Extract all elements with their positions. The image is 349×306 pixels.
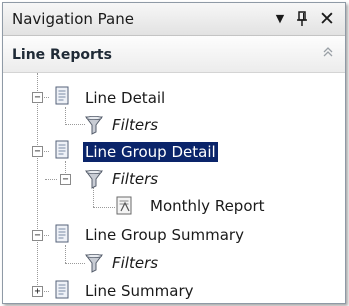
pane-title: Navigation Pane (12, 10, 134, 28)
report-icon (116, 196, 134, 220)
navigation-pane: Navigation Pane ▼ ✕ Line Reports − Line … (2, 2, 346, 304)
tree-expander[interactable]: − (32, 146, 43, 157)
close-icon[interactable]: ✕ (317, 8, 337, 30)
tree-connector (37, 73, 38, 293)
tree-expander[interactable]: − (60, 174, 71, 185)
report-icon (55, 86, 71, 110)
filter-icon (85, 253, 103, 277)
tree-connector (93, 207, 115, 208)
collapse-chevron-icon[interactable] (323, 46, 333, 60)
tree-item-line-summary[interactable]: Line Summary (85, 281, 194, 301)
tree-item-filters[interactable]: Filters (112, 115, 158, 135)
tree-expander[interactable]: − (32, 230, 43, 241)
tree-connector (45, 179, 57, 180)
tree-connector (65, 124, 85, 125)
report-icon (55, 280, 71, 303)
tree-expander[interactable]: − (32, 92, 43, 103)
tree-item-line-group-detail[interactable]: Line Group Detail (82, 141, 219, 163)
tree-expander[interactable]: + (32, 286, 43, 297)
pane-titlebar: Navigation Pane ▼ ✕ (3, 3, 345, 36)
pane-menu-dropdown-icon[interactable]: ▼ (271, 8, 289, 30)
line-reports-section-header[interactable]: Line Reports (3, 36, 345, 73)
section-title: Line Reports (12, 47, 112, 63)
filter-icon (85, 115, 103, 139)
pin-icon[interactable] (293, 8, 311, 30)
tree-item-filters[interactable]: Filters (112, 253, 158, 273)
tree-item-monthly-report[interactable]: Monthly Report (150, 196, 265, 216)
tree-connector (65, 263, 85, 264)
report-icon (55, 140, 71, 164)
tree-item-line-group-summary[interactable]: Line Group Summary (85, 225, 244, 245)
report-icon (55, 224, 71, 248)
tree-item-line-detail[interactable]: Line Detail (85, 88, 165, 108)
tree-item-filters[interactable]: Filters (112, 169, 158, 189)
filter-icon (85, 169, 103, 193)
report-tree: − Line Detail Filters − Line Group Detai… (3, 73, 345, 303)
